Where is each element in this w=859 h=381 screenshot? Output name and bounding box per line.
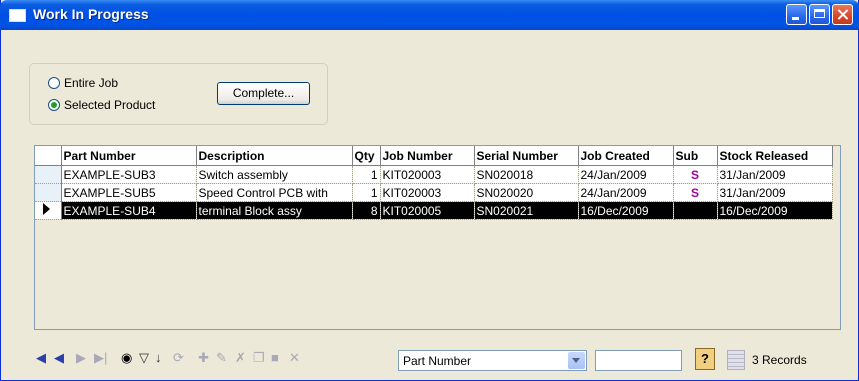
header-row: Part Number Description Qty Job Number S… bbox=[35, 146, 833, 166]
col-job-number[interactable]: Job Number bbox=[380, 146, 475, 166]
row-indicator[interactable] bbox=[35, 201, 62, 220]
close-button[interactable] bbox=[832, 4, 853, 25]
work-in-progress-window: Work In Progress Entire Job Selected Pro… bbox=[0, 0, 859, 381]
refresh-icon[interactable]: ⟳ bbox=[173, 350, 184, 366]
help-icon[interactable]: ? bbox=[695, 348, 715, 370]
cell-description[interactable]: Switch assembly bbox=[196, 165, 353, 184]
save-record-icon[interactable]: ■ bbox=[271, 350, 279, 366]
cell-part-number[interactable]: EXAMPLE-SUB3 bbox=[61, 165, 197, 184]
cell-stock-released[interactable]: 16/Dec/2009 bbox=[717, 201, 833, 220]
row-indicator[interactable] bbox=[35, 183, 62, 202]
previous-record-icon[interactable]: ◀ bbox=[54, 350, 64, 366]
col-qty[interactable]: Qty bbox=[352, 146, 381, 166]
cell-serial-number[interactable]: SN020020 bbox=[474, 183, 579, 202]
cell-job-created[interactable]: 24/Jan/2009 bbox=[578, 183, 674, 202]
find-icon[interactable]: ◉ bbox=[121, 350, 132, 366]
cell-sub[interactable]: S bbox=[673, 165, 718, 184]
window-icon bbox=[9, 9, 26, 22]
wip-table: Part Number Description Qty Job Number S… bbox=[35, 146, 833, 220]
cell-description[interactable]: Speed Control PCB with bbox=[196, 183, 353, 202]
col-description[interactable]: Description bbox=[196, 146, 353, 166]
col-sub[interactable]: Sub bbox=[673, 146, 718, 166]
delete-record-icon[interactable]: ✕ bbox=[289, 350, 300, 366]
cell-part-number[interactable]: EXAMPLE-SUB4 bbox=[61, 201, 197, 220]
radio-selected-product-dot[interactable] bbox=[48, 99, 60, 111]
radio-entire-job[interactable]: Entire Job bbox=[48, 76, 118, 90]
minimize-button[interactable] bbox=[786, 4, 807, 25]
cell-qty[interactable]: 1 bbox=[352, 165, 381, 184]
table-row[interactable]: EXAMPLE-SUB3 Switch assembly 1 KIT020003… bbox=[35, 165, 833, 184]
cell-sub[interactable]: S bbox=[673, 183, 718, 202]
col-job-created[interactable]: Job Created bbox=[578, 146, 674, 166]
grid-layout-icon[interactable] bbox=[727, 350, 745, 370]
search-field-value: Part Number bbox=[403, 354, 472, 368]
maximize-button[interactable] bbox=[809, 4, 830, 25]
cell-job-number[interactable]: KIT020003 bbox=[380, 183, 475, 202]
col-part-number[interactable]: Part Number bbox=[61, 146, 197, 166]
title-bar[interactable]: Work In Progress bbox=[0, 0, 859, 30]
last-record-icon[interactable]: ▶| bbox=[94, 350, 107, 366]
radio-entire-job-label: Entire Job bbox=[64, 76, 119, 90]
cell-part-number[interactable]: EXAMPLE-SUB5 bbox=[61, 183, 197, 202]
col-stock-released[interactable]: Stock Released bbox=[717, 146, 833, 166]
cell-serial-number[interactable]: SN020021 bbox=[474, 201, 579, 220]
window-title: Work In Progress bbox=[33, 6, 149, 22]
radio-selected-product[interactable]: Selected Product bbox=[48, 98, 155, 112]
search-input[interactable] bbox=[595, 350, 682, 371]
cell-stock-released[interactable]: 31/Jan/2009 bbox=[717, 165, 833, 184]
cell-job-number[interactable]: KIT020005 bbox=[380, 201, 475, 220]
record-count: 3 Records bbox=[752, 353, 807, 367]
col-serial-number[interactable]: Serial Number bbox=[474, 146, 579, 166]
current-row-arrow-icon bbox=[43, 203, 50, 215]
complete-button[interactable]: Complete... bbox=[217, 82, 310, 105]
search-field-select[interactable]: Part Number bbox=[398, 350, 587, 371]
cell-qty[interactable]: 8 bbox=[352, 201, 381, 220]
radio-entire-job-dot[interactable] bbox=[48, 77, 60, 89]
cell-sub[interactable] bbox=[673, 201, 718, 220]
next-record-icon[interactable]: ▶ bbox=[76, 350, 86, 366]
add-record-icon[interactable]: ✚ bbox=[198, 350, 209, 366]
filter-icon[interactable]: ▽ bbox=[139, 350, 149, 366]
cell-job-created[interactable]: 16/Dec/2009 bbox=[578, 201, 674, 220]
chevron-down-icon[interactable] bbox=[568, 352, 585, 369]
table-row[interactable]: EXAMPLE-SUB5 Speed Control PCB with 1 KI… bbox=[35, 183, 833, 202]
table-row-selected[interactable]: EXAMPLE-SUB4 terminal Block assy 8 KIT02… bbox=[35, 201, 833, 220]
wip-grid[interactable]: Part Number Description Qty Job Number S… bbox=[34, 145, 841, 330]
cell-serial-number[interactable]: SN020018 bbox=[474, 165, 579, 184]
sort-icon[interactable]: ↓ bbox=[155, 350, 162, 366]
cell-job-number[interactable]: KIT020003 bbox=[380, 165, 475, 184]
row-indicator[interactable] bbox=[35, 165, 62, 184]
radio-selected-product-label: Selected Product bbox=[64, 98, 156, 112]
cell-qty[interactable]: 1 bbox=[352, 183, 381, 202]
cell-stock-released[interactable]: 31/Jan/2009 bbox=[717, 183, 833, 202]
cell-description[interactable]: terminal Block assy bbox=[196, 201, 353, 220]
row-indicator-header bbox=[35, 146, 62, 166]
copy-record-icon[interactable]: ❐ bbox=[253, 350, 265, 366]
first-record-icon[interactable]: ◀​ bbox=[36, 350, 46, 366]
edit-record-icon[interactable]: ✎ bbox=[216, 350, 227, 366]
cell-job-created[interactable]: 24/Jan/2009 bbox=[578, 165, 674, 184]
cancel-edit-icon[interactable]: ✗ bbox=[235, 350, 246, 366]
